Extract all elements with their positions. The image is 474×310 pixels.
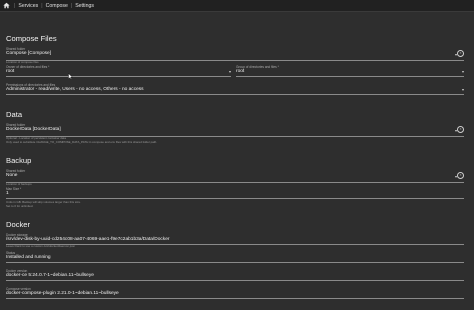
hint-text: Leave blank to use a custom /etc/docker/… [6, 244, 76, 248]
owner-select[interactable]: Owner of directories and files * root ▾ [6, 65, 231, 77]
breadcrumb-separator: | [14, 2, 16, 9]
section-title-backup: Backup [6, 156, 32, 165]
field-value: Installed and running [6, 255, 51, 260]
chevron-down-icon[interactable]: ▾ [229, 69, 231, 74]
backup-shared-folder-select[interactable]: Shared folder None ▾ × [6, 169, 464, 183]
hint-text: Only used to substitute CHANGE_TO_COMPOS… [6, 139, 158, 144]
mouse-cursor-icon [68, 67, 74, 85]
clear-icon[interactable]: × [457, 50, 464, 57]
field-value: root [236, 69, 245, 74]
docker-storage-hint: Leave blank to use a custom /etc/docker/… [6, 244, 76, 249]
home-icon[interactable] [2, 1, 11, 10]
section-title-data: Data [6, 110, 23, 119]
data-shared-folder-select[interactable]: Shared folder DockerData [DockerData] ▾ … [6, 123, 464, 137]
hint-text: Set to 0 for unlimited. [6, 203, 34, 208]
group-select[interactable]: Group of directories and files * root ▾ [236, 65, 464, 77]
breadcrumb-bar: | Services | Compose | Settings [0, 0, 474, 12]
breadcrumb-separator: | [41, 2, 43, 9]
field-value: docker-ce 5:24.0.7-1~debian.11~bullseye [6, 273, 94, 278]
compose-version-field: Compose version docker-compose-plugin 2.… [6, 287, 464, 299]
data-hints: Optional - Location of persistent contai… [6, 136, 158, 144]
field-value: Compose [Compose] [6, 51, 52, 56]
field-value: /srv/dev-disk-by-uuid-cd254c08-aa07-4069… [6, 237, 170, 242]
backup-size-hints: Units in GB. Backup will skip volumes la… [6, 200, 81, 208]
breadcrumb-compose[interactable]: Compose [46, 3, 68, 9]
breadcrumb-separator: | [70, 2, 73, 9]
docker-version-field: Docker version docker-ce 5:24.0.7-1~debi… [6, 269, 464, 281]
field-value: DockerData [DockerData] [6, 127, 61, 132]
section-title-docker: Docker [6, 220, 31, 229]
field-value: root [6, 69, 15, 74]
chevron-down-icon[interactable]: ▾ [462, 69, 464, 74]
field-value: docker-compose-plugin 2.21.0-1~debian.11… [6, 291, 119, 296]
permissions-select[interactable]: Permissions of directories and files Adm… [6, 83, 464, 95]
compose-shared-folder-select[interactable]: Shared folder Compose [Compose] ▾ × [6, 47, 464, 61]
section-title-compose-files: Compose Files [6, 34, 57, 43]
chevron-down-icon[interactable]: ▾ [462, 87, 464, 92]
field-value: Administrator - read/write, Users - no a… [6, 87, 144, 92]
breadcrumb-services[interactable]: Services [18, 3, 38, 9]
max-size-input[interactable]: Max Size * 1 [6, 187, 464, 199]
clear-icon[interactable]: × [457, 172, 464, 179]
field-value: 1 [6, 191, 9, 196]
breadcrumb-settings[interactable]: Settings [75, 3, 94, 9]
docker-status-field: Status Installed and running [6, 251, 464, 263]
field-value: None [6, 173, 18, 178]
clear-icon[interactable]: × [457, 126, 464, 133]
